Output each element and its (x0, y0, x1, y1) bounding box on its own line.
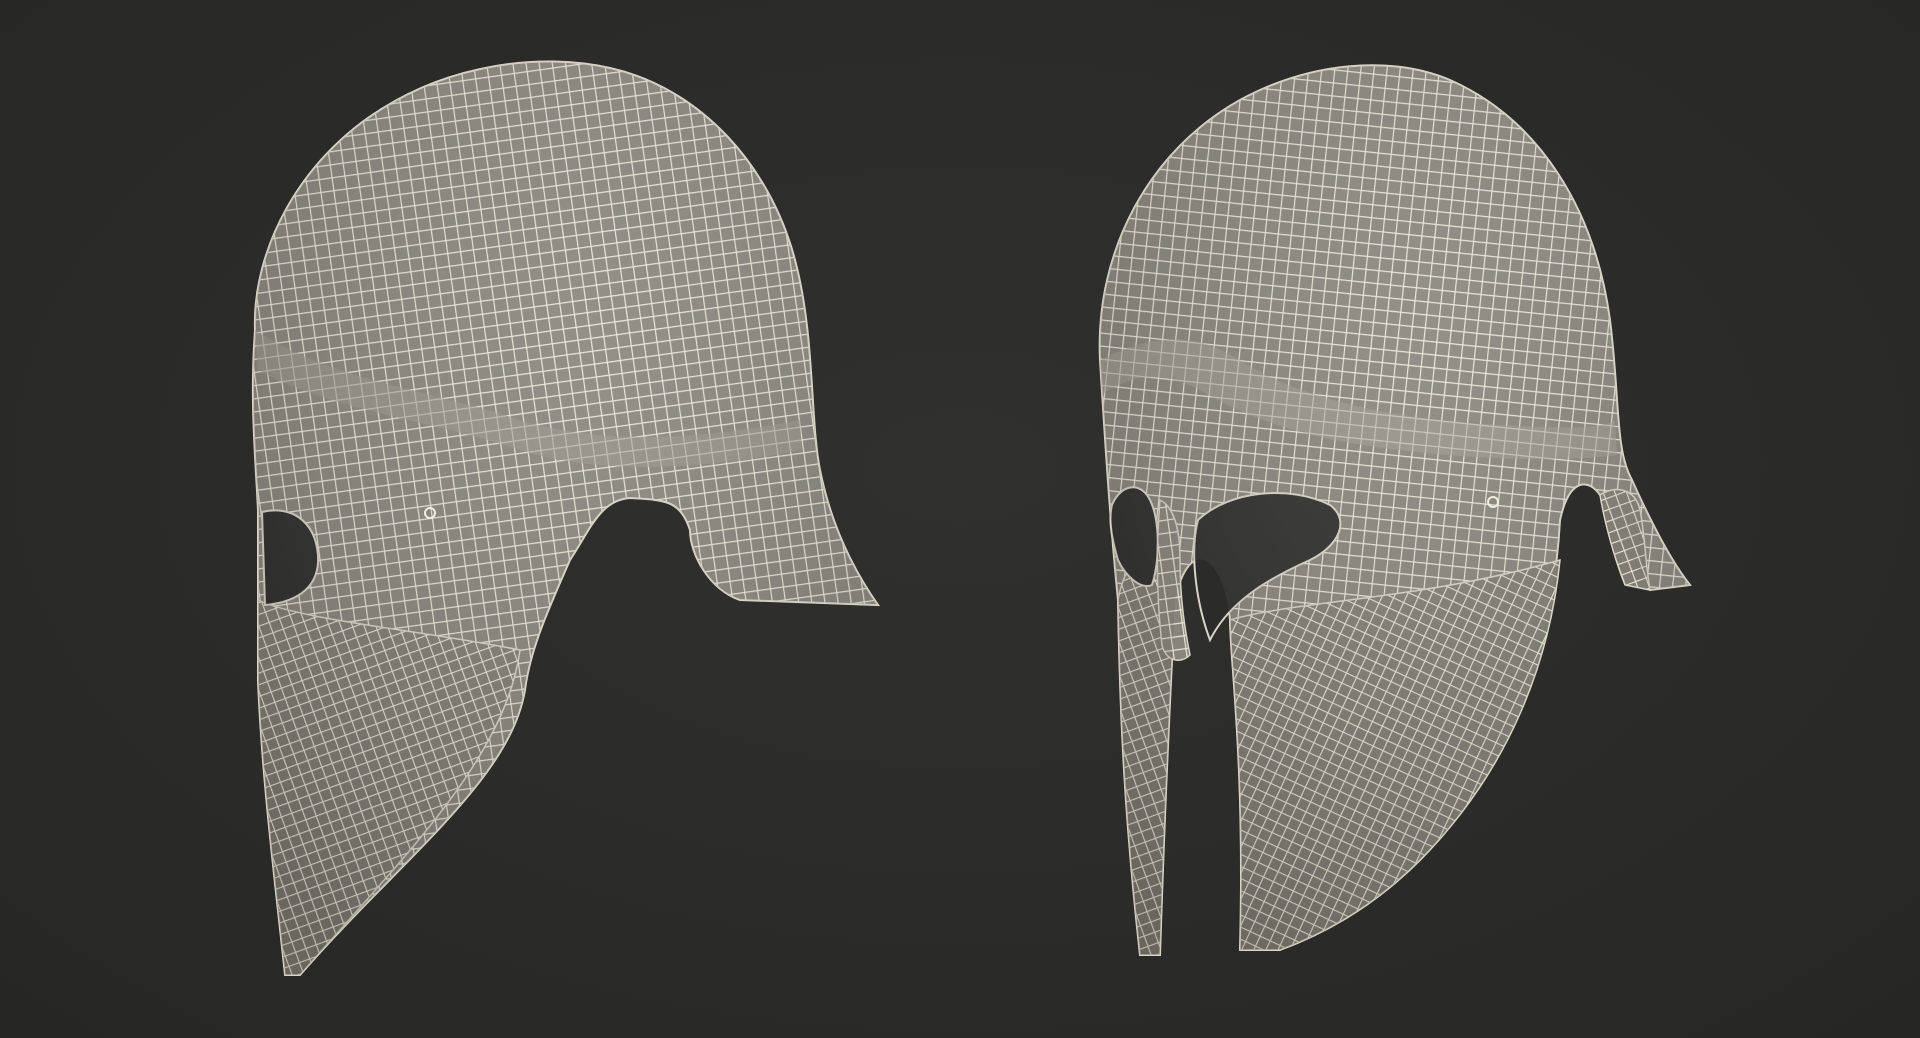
helmet-three-quarter-shading (1099, 65, 1690, 956)
wireframe-scene (251, 60, 1692, 976)
helmet-side-view-shading (252, 61, 878, 975)
helmet-three-quarter-view (1098, 64, 1692, 956)
render-viewport (0, 0, 1920, 1038)
helmet-side-view (251, 60, 880, 976)
